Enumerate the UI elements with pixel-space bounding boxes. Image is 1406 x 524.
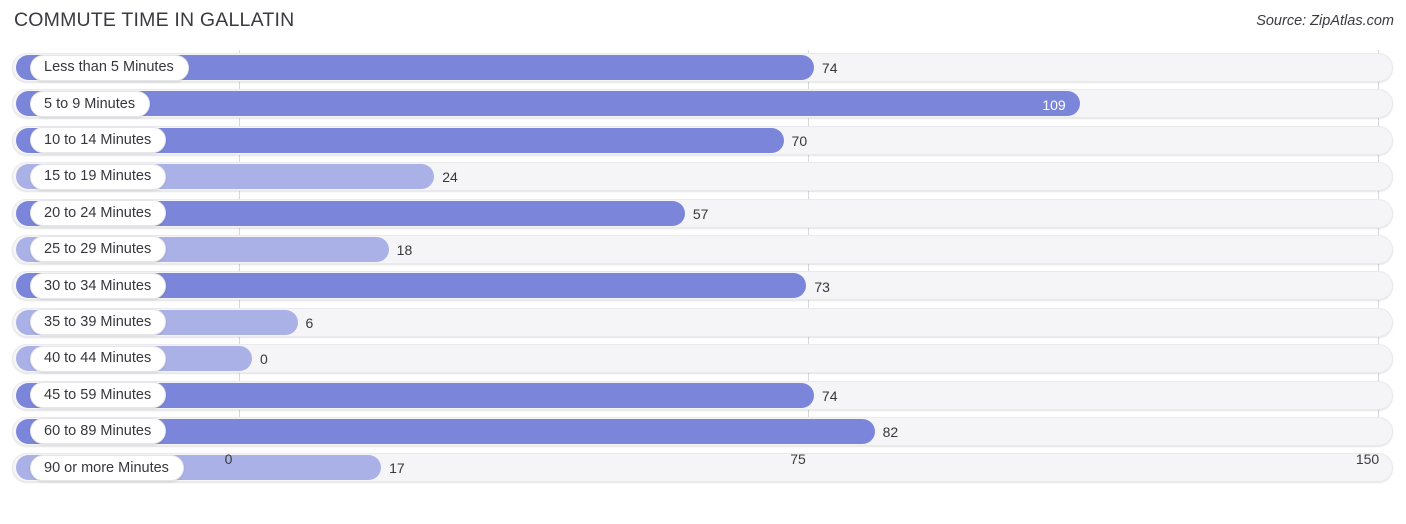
- category-label-pill: 20 to 24 Minutes: [30, 200, 167, 227]
- category-label: 5 to 9 Minutes: [44, 95, 136, 112]
- bar-row[interactable]: 25 to 29 Minutes 18: [0, 232, 1406, 268]
- category-label-pill: 45 to 59 Minutes: [30, 382, 167, 409]
- category-label-pill: 40 to 44 Minutes: [30, 345, 167, 372]
- category-label: 35 to 39 Minutes: [44, 313, 152, 330]
- bar-rows: Less than 5 Minutes 74 5 to 9 Minutes 109 10…: [0, 50, 1406, 487]
- category-label: 15 to 19 Minutes: [44, 168, 152, 185]
- category-label-pill: 25 to 29 Minutes: [30, 236, 167, 263]
- x-axis: 0 75 150: [0, 447, 1406, 487]
- bar-row[interactable]: 35 to 39 Minutes 6: [0, 305, 1406, 341]
- x-axis-tick: 0: [224, 451, 233, 467]
- bar-row[interactable]: 10 to 14 Minutes 70: [0, 123, 1406, 159]
- bar-value-label: 0: [260, 351, 268, 368]
- category-label: 45 to 59 Minutes: [44, 386, 152, 403]
- bar-row[interactable]: 15 to 19 Minutes 24: [0, 159, 1406, 195]
- bar-value-label: 6: [305, 314, 314, 331]
- category-label: 10 to 14 Minutes: [44, 132, 152, 149]
- bar-value-label: 24: [442, 169, 458, 186]
- category-label: 60 to 89 Minutes: [44, 423, 152, 440]
- category-label-pill: 5 to 9 Minutes: [30, 90, 151, 117]
- category-label-pill: 15 to 19 Minutes: [30, 163, 167, 190]
- x-axis-tick: 150: [1355, 451, 1380, 467]
- bar-value-label: 70: [791, 132, 808, 149]
- bar-row[interactable]: 30 to 34 Minutes 73: [0, 268, 1406, 304]
- plot-area: Less than 5 Minutes 74 5 to 9 Minutes 109 10…: [0, 50, 1406, 487]
- category-label: Less than 5 Minutes: [44, 59, 174, 76]
- category-label: 40 to 44 Minutes: [44, 350, 152, 367]
- bar-value-label: 18: [396, 242, 413, 259]
- category-label: 20 to 24 Minutes: [44, 204, 152, 221]
- x-axis-tick: 75: [790, 451, 806, 467]
- bar-value-label: 57: [692, 205, 709, 222]
- category-label: 25 to 29 Minutes: [44, 241, 152, 258]
- bar-row[interactable]: 40 to 44 Minutes 0: [0, 341, 1406, 377]
- bar-row[interactable]: 45 to 59 Minutes 74: [0, 378, 1406, 414]
- bar-row[interactable]: Less than 5 Minutes 74: [0, 50, 1406, 86]
- bar-row[interactable]: 60 to 89 Minutes 82: [0, 414, 1406, 450]
- category-label: 30 to 34 Minutes: [44, 277, 152, 294]
- category-label-pill: 60 to 89 Minutes: [30, 418, 167, 445]
- bar-value-label: 74: [821, 387, 838, 404]
- bar-value-label: 74: [821, 60, 838, 77]
- chart-root: COMMUTE TIME IN GALLATIN Source: ZipAtla…: [0, 0, 1406, 524]
- bar-value-label: 109: [1042, 96, 1066, 113]
- source-attribution: Source: ZipAtlas.com: [1256, 13, 1394, 29]
- bar-fill[interactable]: [16, 91, 1080, 117]
- bar-row[interactable]: 20 to 24 Minutes 57: [0, 196, 1406, 232]
- category-label-pill: 35 to 39 Minutes: [30, 309, 167, 336]
- category-label-pill: 10 to 14 Minutes: [30, 127, 167, 154]
- category-label-pill: 30 to 34 Minutes: [30, 272, 167, 299]
- category-label-pill: Less than 5 Minutes: [30, 54, 189, 81]
- bar-value-label: 82: [882, 424, 899, 441]
- page-title: COMMUTE TIME IN GALLATIN: [14, 9, 295, 31]
- bar-row[interactable]: 5 to 9 Minutes 109: [0, 86, 1406, 122]
- bar-value-label: 73: [814, 278, 830, 295]
